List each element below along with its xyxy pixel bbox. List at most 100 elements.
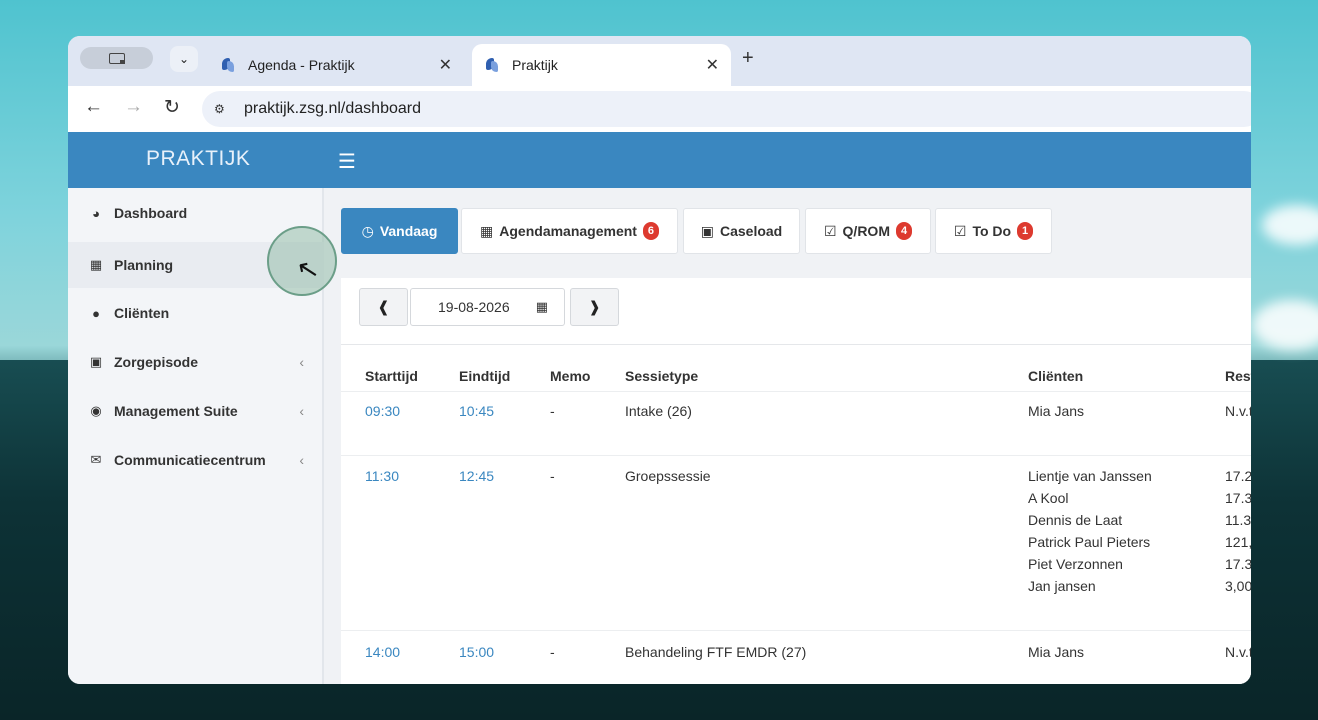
close-icon[interactable]: ✕ — [706, 55, 719, 75]
client-name: Patrick Paul Pieters — [1028, 534, 1151, 550]
sidebar-item-management-suite[interactable]: ◉ Management Suite ‹ — [68, 391, 324, 431]
checkbox-icon: ☑ — [823, 222, 837, 239]
background-cloud — [1262, 205, 1318, 245]
address-bar: ← → ↻ ⚙ praktijk.zsg.nl/dashboard — [68, 86, 1251, 132]
sidebar-item-dashboard[interactable]: ◕ Dashboard — [68, 193, 324, 233]
client-name: Mia Jans — [1028, 403, 1085, 419]
sidebar-item-label: Dashboard — [114, 205, 188, 221]
sidebar-item-label: Communicatiecentrum — [114, 452, 266, 468]
count-badge: 4 — [896, 222, 912, 240]
memo-cell: - — [550, 468, 555, 484]
start-time-link[interactable]: 14:00 — [365, 644, 400, 660]
end-time-link[interactable]: 12:45 — [459, 468, 494, 484]
rest-cell: 121, — [1225, 534, 1251, 550]
calendar-icon: ▦ — [480, 222, 494, 239]
tab-title: Praktijk — [512, 57, 558, 73]
client-name: Jan jansen — [1028, 578, 1096, 594]
browser-tab-praktijk[interactable]: Praktijk ✕ — [472, 44, 731, 86]
calendar-icon[interactable]: ▦ — [536, 299, 548, 315]
browser-window: ⌄ Agenda - Praktijk ✕ Praktijk ✕ + ← → ↻… — [68, 36, 1251, 684]
forward-arrow-icon[interactable]: → — [124, 96, 143, 118]
count-badge: 1 — [1017, 222, 1034, 240]
checkbox-icon: ☑ — [953, 222, 967, 239]
tab-strip: ⌄ Agenda - Praktijk ✕ Praktijk ✕ + — [68, 36, 1251, 86]
chevron-left-icon: ‹ — [299, 403, 304, 419]
tab-search-button[interactable]: ⌄ — [170, 46, 198, 72]
main-content: ◷ Vandaag ▦ Agendamanagement 6 ▣ Caseloa… — [324, 188, 1251, 684]
sidebar-item-label: Cliënten — [114, 305, 170, 321]
tab-label: Caseload — [719, 223, 783, 239]
rest-cell: 17.3 — [1225, 490, 1251, 506]
favicon-icon — [222, 58, 236, 72]
next-day-button[interactable]: ❱ — [570, 288, 619, 326]
sidebar-item-zorgepisode[interactable]: ▣ Zorgepisode ‹ — [68, 342, 324, 382]
header-divider — [341, 391, 1251, 392]
reload-icon[interactable]: ↻ — [164, 96, 180, 119]
tab-vandaag[interactable]: ◷ Vandaag — [341, 208, 458, 254]
close-icon[interactable]: ✕ — [439, 55, 452, 75]
rest-cell: 11.3 — [1225, 512, 1251, 528]
date-value: 19-08-2026 — [438, 299, 510, 315]
url-field[interactable]: ⚙ praktijk.zsg.nl/dashboard — [202, 91, 1251, 127]
rest-cell: 17.2 — [1225, 468, 1251, 484]
app-header: PRAKTIJK ☰ — [68, 132, 1251, 188]
rest-cell: 17.3 — [1225, 556, 1251, 572]
memo-cell: - — [550, 644, 555, 660]
column-header[interactable]: Starttijd — [365, 368, 418, 384]
profile-pill[interactable] — [80, 47, 153, 69]
client-name: Piet Verzonnen — [1028, 556, 1123, 572]
sidebar-item-label: Management Suite — [114, 403, 238, 419]
tab-caseload[interactable]: ▣ Caseload — [683, 208, 800, 254]
tab-title: Agenda - Praktijk — [248, 57, 355, 73]
rest-cell: N.v.t — [1225, 644, 1251, 660]
column-header[interactable]: Rest — [1225, 368, 1251, 384]
tab-qrom[interactable]: ☑ Q/ROM 4 — [805, 208, 931, 254]
client-name: Lientje van Janssen — [1028, 468, 1152, 484]
schedule-panel: ❰ 19-08-2026 ▦ ❱ Starttijd Eindtijd Memo… — [341, 278, 1251, 684]
session-type-cell: Groepssessie — [625, 468, 711, 484]
back-arrow-icon[interactable]: ← — [84, 96, 103, 118]
tab-label: Q/ROM — [842, 223, 890, 239]
column-header[interactable]: Memo — [550, 368, 590, 384]
column-header[interactable]: Sessietype — [625, 368, 698, 384]
arrow-right-circle-icon: ❱ — [588, 299, 601, 316]
sidebar-item-label: Zorgepisode — [114, 354, 199, 370]
client-name: A Kool — [1028, 490, 1069, 506]
sidebar-item-clienten[interactable]: ● Cliënten — [68, 293, 324, 333]
globe-icon: ◉ — [90, 403, 102, 418]
start-time-link[interactable]: 09:30 — [365, 403, 400, 419]
chevron-left-icon: ‹ — [299, 354, 304, 370]
tab-todo[interactable]: ☑ To Do 1 — [935, 208, 1052, 254]
client-name: Dennis de Laat — [1028, 512, 1123, 528]
chevron-left-icon: ‹ — [299, 452, 304, 468]
dashboard-icon: ◕ — [92, 205, 100, 221]
background-cloud — [1252, 300, 1318, 350]
sidebar-item-communicatiecentrum[interactable]: ✉ Communicatiecentrum ‹ — [68, 440, 324, 480]
column-header[interactable]: Eindtijd — [459, 368, 510, 384]
briefcase-icon: ▣ — [89, 354, 103, 369]
arrow-left-circle-icon: ❰ — [377, 299, 390, 316]
start-time-link[interactable]: 11:30 — [365, 468, 399, 484]
previous-day-button[interactable]: ❰ — [359, 288, 408, 326]
new-tab-button[interactable]: + — [742, 47, 754, 70]
menu-toggle-icon[interactable]: ☰ — [338, 149, 356, 174]
session-type-cell: Intake (26) — [625, 403, 692, 419]
chevron-down-icon: ⌄ — [178, 52, 190, 66]
column-header[interactable]: Cliënten — [1028, 368, 1083, 384]
sidebar-item-label: Planning — [114, 257, 174, 273]
site-settings-icon[interactable]: ⚙ — [214, 102, 232, 116]
tab-label: Vandaag — [379, 223, 438, 239]
date-input[interactable]: 19-08-2026 ▦ — [410, 288, 565, 326]
end-time-link[interactable]: 15:00 — [459, 644, 494, 660]
memo-cell: - — [550, 403, 555, 419]
end-time-link[interactable]: 10:45 — [459, 403, 494, 419]
tab-agendamanagement[interactable]: ▦ Agendamanagement 6 — [461, 208, 678, 254]
url-text: praktijk.zsg.nl/dashboard — [244, 100, 421, 117]
screen-icon — [108, 52, 125, 64]
row-divider — [341, 455, 1251, 456]
browser-tab-agenda[interactable]: Agenda - Praktijk ✕ — [208, 44, 464, 86]
tab-label: To Do — [972, 223, 1012, 239]
clock-icon: ◷ — [361, 222, 374, 239]
session-type-cell: Behandeling FTF EMDR (27) — [625, 644, 807, 660]
brand-logo[interactable]: PRAKTIJK — [146, 147, 250, 171]
